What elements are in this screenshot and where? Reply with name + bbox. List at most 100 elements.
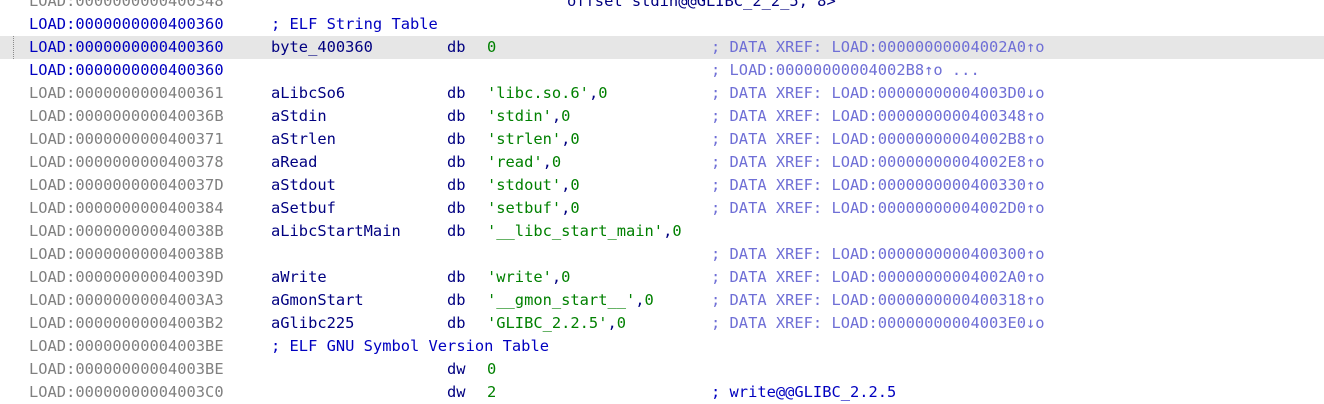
listing-row[interactable]: LOAD:000000000040038B aLibcStartMain db '__… <box>0 220 1324 243</box>
label-name[interactable]: aStdin <box>271 105 327 128</box>
label-name[interactable]: aLibcSo6 <box>271 82 345 105</box>
listing-row[interactable]: LOAD:00000000004003C0 dw 2 ; write@@GLIBC_2… <box>0 381 1324 404</box>
listing-row[interactable]: LOAD:0000000000400384 aSetbuf db 'setbuf',0… <box>0 197 1324 220</box>
address: LOAD:0000000000400360 <box>29 61 224 79</box>
address: LOAD:000000000040037D <box>29 176 224 194</box>
operand-number: 0 <box>561 268 571 286</box>
address: LOAD:0000000000400360 <box>29 38 224 56</box>
listing-row[interactable]: LOAD:0000000000400371 aStrlen db 'strlen',0… <box>0 128 1324 151</box>
operand: 'libc.so.6',0 <box>487 82 608 105</box>
address: LOAD:00000000004003B2 <box>29 314 224 332</box>
address: LOAD:0000000000400360 <box>29 15 224 33</box>
listing-row[interactable]: LOAD:000000000040039D aWrite db 'write',0 ; … <box>0 266 1324 289</box>
address: LOAD:00000000004003A3 <box>29 291 224 309</box>
label-name[interactable]: aStrlen <box>271 128 336 151</box>
operand-number: 0 <box>598 84 608 102</box>
operand-string: 'strlen' <box>487 130 562 148</box>
mnemonic: dw <box>447 383 466 401</box>
operand: 2 <box>487 381 496 404</box>
xref-comment[interactable]: ; DATA XREF: LOAD:0000000000400330↑o <box>711 174 1045 197</box>
operand-string: 'setbuf' <box>487 199 562 217</box>
operand-string: 'write' <box>487 268 552 286</box>
address: LOAD:00000000004003C0 <box>29 383 224 401</box>
xref-comment[interactable]: ; DATA XREF: LOAD:00000000004003D0↓o <box>711 82 1045 105</box>
xref-comment[interactable]: ; DATA XREF: LOAD:0000000000400300↑o <box>711 243 1045 266</box>
operand-number: 0 <box>616 314 627 332</box>
listing-row[interactable]: LOAD:0000000000400360 ; LOAD:000000000040… <box>0 59 1324 82</box>
label-name[interactable]: aGlibc225 <box>271 312 354 335</box>
mnemonic: db <box>447 176 466 194</box>
operand-number: 0 <box>487 38 497 56</box>
listing-row[interactable]: LOAD:0000000000400360 ; ELF String Table <box>0 13 1324 36</box>
mnemonic: db <box>447 268 466 286</box>
listing-row[interactable]: LOAD:000000000040038B ; DATA XREF: LOAD:0… <box>0 243 1324 266</box>
mnemonic: db <box>447 153 466 171</box>
xref-comment[interactable]: ; DATA XREF: LOAD:0000000000400318↑o <box>711 289 1045 312</box>
address: LOAD:000000000040038B <box>29 245 224 263</box>
address: LOAD:00000000004003BE <box>29 360 224 378</box>
operand-number: 0 <box>551 153 562 171</box>
operand: 'GLIBC_2.2.5',0 <box>487 312 626 335</box>
xref-comment[interactable]: ; LOAD:00000000004002B8↑o ... <box>711 59 980 82</box>
operand-number: 0 <box>487 360 497 378</box>
label-name[interactable]: byte_400360 <box>271 36 373 59</box>
operand-string: 'stdin' <box>487 107 552 125</box>
operand-string: 'libc.so.6' <box>487 84 589 102</box>
xref-comment[interactable]: ; DATA XREF: LOAD:00000000004002E8↑o <box>711 151 1045 174</box>
section-comment: ; ELF String Table <box>271 15 438 33</box>
operand-number: 0 <box>672 222 682 240</box>
operand-separator: , <box>635 291 645 309</box>
listing-row[interactable]: LOAD:00000000004003B2 aGlibc225 db 'GLIBC_2… <box>0 312 1324 335</box>
operand-number: 0 <box>561 107 571 125</box>
mnemonic: db <box>447 107 466 125</box>
address: LOAD:0000000000400384 <box>29 199 224 217</box>
xref-comment[interactable]: ; DATA XREF: LOAD:00000000004002A0↑o <box>711 266 1045 289</box>
xref-comment[interactable]: ; DATA XREF: LOAD:00000000004002B8↑o <box>711 128 1045 151</box>
operand-string: 'stdout' <box>487 176 562 194</box>
xref-comment[interactable]: ; DATA XREF: LOAD:00000000004002A0↑o <box>711 36 1045 59</box>
listing-row-partial[interactable]: LOAD:0000000000400348 offset stdin@@GLIB… <box>0 0 1324 13</box>
mnemonic: db <box>447 291 466 309</box>
label-name[interactable]: aLibcStartMain <box>271 220 401 243</box>
xref-comment[interactable]: ; DATA XREF: LOAD:00000000004003E0↓o <box>711 312 1045 335</box>
operand-number: 0 <box>644 291 654 309</box>
address: LOAD:00000000004003BE <box>29 337 224 355</box>
operand: 'setbuf',0 <box>487 197 580 220</box>
label-name[interactable]: aRead <box>271 151 317 174</box>
listing-row[interactable]: LOAD:00000000004003BE ; ELF GNU Symbol Ve… <box>0 335 1324 358</box>
operand: 'strlen',0 <box>487 128 580 151</box>
operand-string: '__gmon_start__' <box>487 291 636 309</box>
address: LOAD:0000000000400371 <box>29 130 224 148</box>
label-name[interactable]: aWrite <box>271 266 327 289</box>
mnemonic: db <box>447 222 466 240</box>
listing-row[interactable]: LOAD:0000000000400378 aRead db 'read',0 ; DA… <box>0 151 1324 174</box>
operand-string: '__libc_start_main' <box>487 222 664 240</box>
operand: '__gmon_start__',0 <box>487 289 654 312</box>
listing-row[interactable]: LOAD:00000000004003BE dw 0 <box>0 358 1324 381</box>
mnemonic: db <box>447 130 466 148</box>
operand: 'stdout',0 <box>487 174 580 197</box>
xref-comment[interactable]: ; DATA XREF: LOAD:0000000000400348↑o <box>711 105 1045 128</box>
address: LOAD:000000000040038B <box>29 222 224 240</box>
listing-row[interactable]: LOAD:0000000000400361 aLibcSo6 db 'libc.so.… <box>0 82 1324 105</box>
operand-string: 'GLIBC_2.2.5' <box>487 314 608 332</box>
operand: 'read',0 <box>487 151 561 174</box>
label-name[interactable]: aStdout <box>271 174 336 197</box>
label-name[interactable]: aSetbuf <box>271 197 336 220</box>
mnemonic: db <box>447 314 466 332</box>
listing-row[interactable]: LOAD:00000000004003A3 aGmonStart db '__gmon… <box>0 289 1324 312</box>
label-name[interactable]: aGmonStart <box>271 289 364 312</box>
section-comment: ; ELF GNU Symbol Version Table <box>271 337 549 355</box>
listing-row[interactable]: LOAD:0000000000400360 byte_400360 db 0 ; DAT… <box>0 36 1324 59</box>
address: LOAD:0000000000400378 <box>29 153 224 171</box>
listing-row[interactable]: LOAD:000000000040036B aStdin db 'stdin',0 ; … <box>0 105 1324 128</box>
xref-comment[interactable]: ; write@@GLIBC_2.2.5 <box>711 381 896 404</box>
disassembly-listing[interactable]: LOAD:0000000000400348 offset stdin@@GLIB… <box>0 0 1324 404</box>
mnemonic: db <box>447 199 466 217</box>
listing-row[interactable]: LOAD:000000000040037D aStdout db 'stdout',0… <box>0 174 1324 197</box>
operand-separator: , <box>663 222 673 240</box>
operand-number: 0 <box>570 130 580 148</box>
operand: 'stdin',0 <box>487 105 570 128</box>
xref-comment[interactable]: ; DATA XREF: LOAD:00000000004002D0↑o <box>711 197 1045 220</box>
operand-separator: , <box>607 314 617 332</box>
